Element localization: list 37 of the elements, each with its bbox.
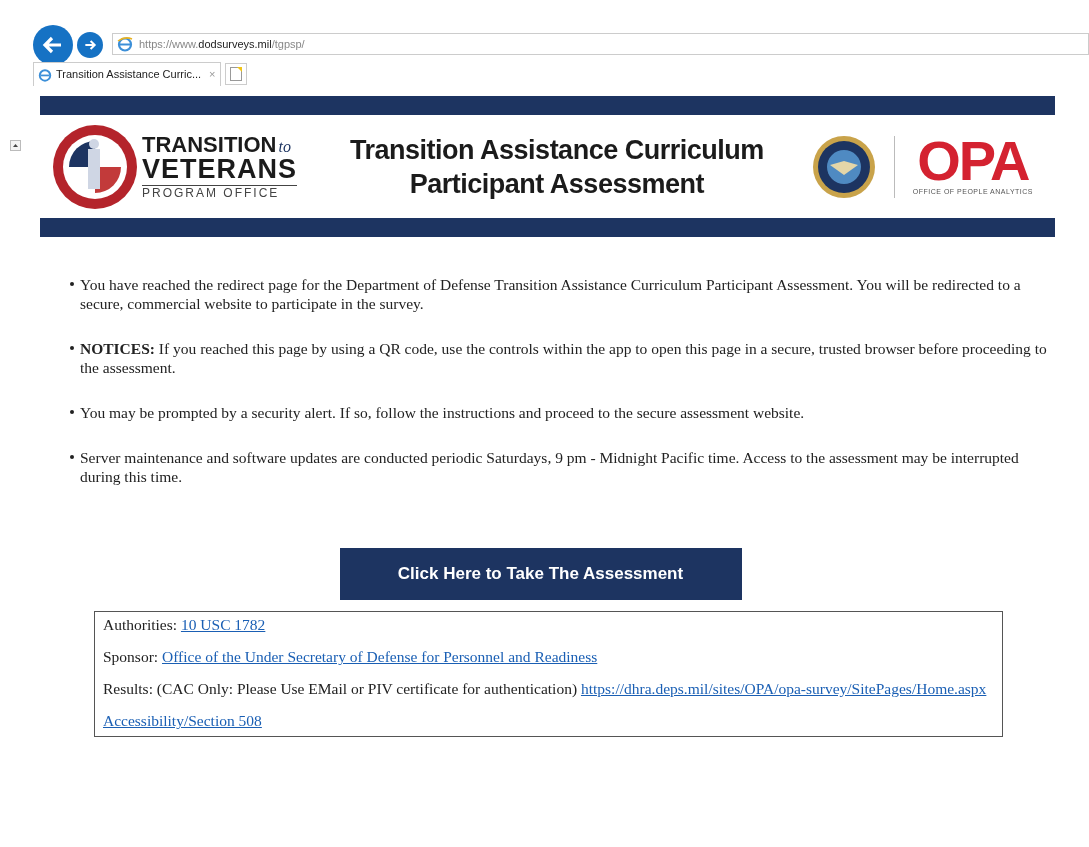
link[interactable]: 10 USC 1782 xyxy=(180,616,266,633)
page-title: Transition Assistance Curriculum xyxy=(350,133,764,167)
field-label: Sponsor: xyxy=(103,648,159,665)
paragraph: You may be prompted by a security alert. If so, follow the instructions and proceed to the secure assessment website. xyxy=(80,403,805,422)
paragraph: Server maintenance and software updates are conducted periodic Saturdays, 9 pm - Midnight Pacific time. Access to the assessment may be interrupted during this time. xyxy=(80,448,1020,486)
bullet-icon xyxy=(70,346,74,350)
address-bar[interactable]: https://www.dodsurveys.mil/tgpsp/ xyxy=(112,33,1089,55)
logo-text: VETERANS xyxy=(142,156,298,183)
tab-label: Transition Assistance Curric... xyxy=(56,67,202,83)
bullet-icon xyxy=(70,282,74,286)
bullet-icon xyxy=(70,410,74,414)
bullet-icon xyxy=(70,455,74,459)
seal-icon xyxy=(811,134,876,199)
field-label: Authorities: xyxy=(103,616,178,633)
new-page-icon xyxy=(229,67,242,81)
logo-text: PROGRAM OFFICE xyxy=(142,185,298,199)
logo-text: to xyxy=(278,139,291,155)
paragraph: NOTICES: If you reached this page by using a QR code, use the controls within the app to open this page in a secure, trusted browser before proceeding to the assessment. xyxy=(80,339,1048,377)
scroll-up-icon xyxy=(10,140,21,151)
link[interactable]: https://dhra.deps.mil/sites/OPA/opa-survey/SitePages/Home.aspx xyxy=(580,680,987,697)
link[interactable]: Office of the Under Secretary of Defense for Personnel and Readiness xyxy=(162,648,598,665)
logo-text: OPA xyxy=(917,135,1029,188)
new-tab-button[interactable] xyxy=(224,63,247,85)
url-text: https://www.dodsurveys.mil/tgpsp/ xyxy=(139,36,305,52)
link[interactable]: Accessibility/Section 508 xyxy=(103,712,262,729)
page-title: Participant Assessment xyxy=(409,167,704,201)
field-label: Results: (CAC Only: Please Use EMail or PIV certificate for authentication) xyxy=(103,680,578,697)
emblem-icon xyxy=(52,123,138,210)
browser-icon xyxy=(117,36,133,52)
forward-arrow-icon xyxy=(83,38,97,52)
forward-button[interactable] xyxy=(77,32,103,58)
logo-text: TRANSITION xyxy=(142,134,277,156)
paragraph: You have reached the redirect page for the Department of Defense Transition Assistance Curriculum Participant Assessment. You will be redirected to a secure, commercial website to participate in the survey. xyxy=(80,275,1022,313)
browser-tab[interactable]: Transition Assistance Curric... × xyxy=(33,62,221,86)
browser-icon xyxy=(38,67,52,82)
back-button[interactable] xyxy=(33,25,73,65)
assessment-button[interactable]: Click Here to Take The Assessment xyxy=(339,548,742,600)
